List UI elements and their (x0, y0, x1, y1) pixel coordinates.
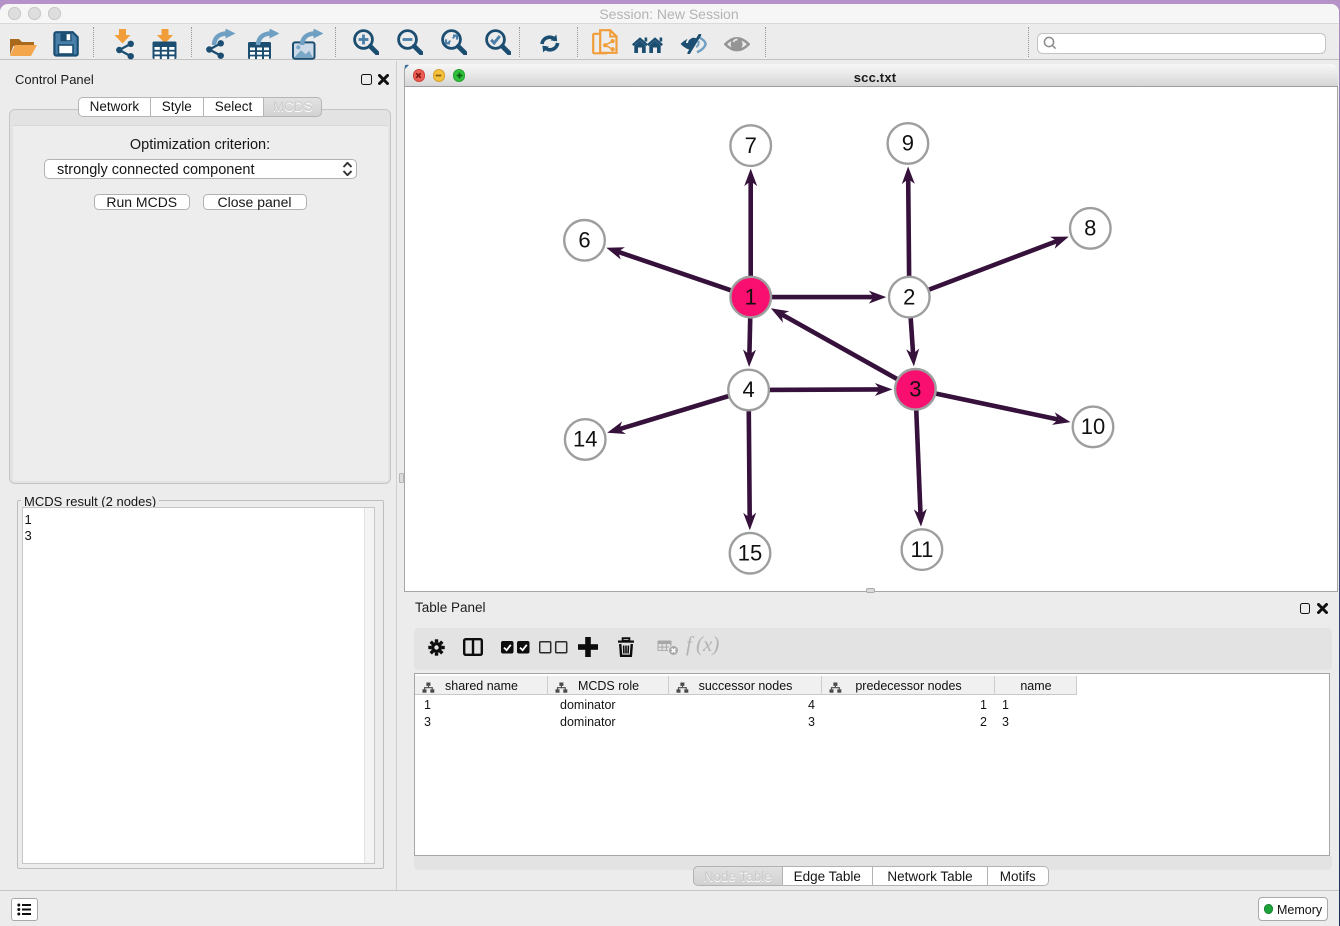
svg-text:7: 7 (745, 133, 757, 158)
svg-text:11: 11 (910, 537, 933, 562)
svg-text:9: 9 (902, 131, 914, 156)
svg-text:14: 14 (573, 427, 597, 452)
svg-text:4: 4 (742, 377, 754, 402)
svg-text:3: 3 (909, 377, 921, 402)
svg-text:8: 8 (1084, 216, 1096, 241)
svg-text:2: 2 (903, 284, 915, 309)
svg-text:1: 1 (745, 284, 757, 309)
svg-text:10: 10 (1081, 414, 1105, 439)
svg-text:6: 6 (578, 228, 590, 253)
svg-text:15: 15 (738, 540, 762, 565)
